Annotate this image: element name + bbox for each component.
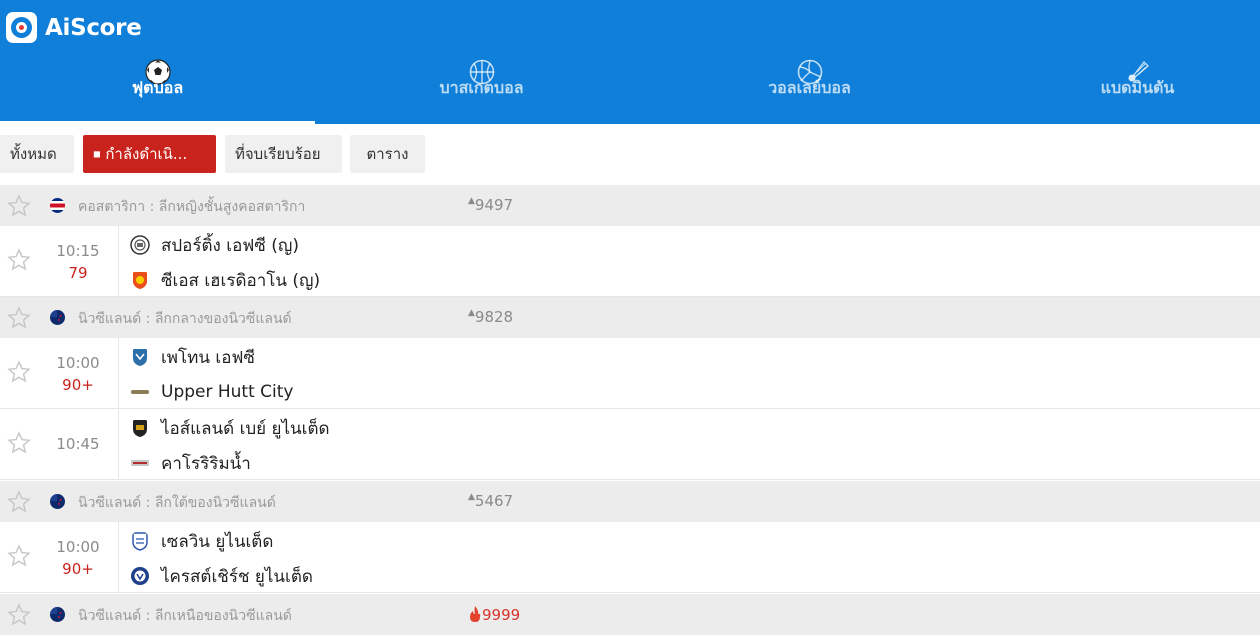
league-name[interactable]: นิวซีแลนด์ : ลีกกลางของนิวซีแลนด์ [78,308,292,330]
favorite-star-icon[interactable] [7,306,31,330]
match-time: 10:15 [56,242,100,260]
fire-icon [470,606,481,622]
match-row[interactable]: 10:00 90+ เซลวิน ยูไนเต็ด ไครสต์เชิร์ช ย… [0,522,1260,593]
tab-football-label: ฟุตบอล [131,78,184,97]
match-row[interactable]: 10:15 79 สปอร์ติ้ง เอฟซี (ญ) ซีเอส เฮเรด… [0,226,1260,297]
team-badge-icon [133,420,147,437]
away-team-name: ซีเอส เฮเรดิอาโน (ญ) [161,270,321,291]
filter-all-button[interactable]: ทั้งหมด [0,135,74,173]
match-time: 10:45 [56,435,100,453]
filter-schedule-label: ตาราง [366,145,409,163]
league-name[interactable]: นิวซีแลนด์ : ลีกเหนือของนิวซีแลนด์ [78,605,292,627]
team-badge-icon [131,567,149,585]
filter-finished-button[interactable]: ที่จบเรียบร้อย [225,135,342,173]
match-time: 10:00 [56,354,100,372]
new-zealand-flag-icon [50,607,65,622]
viewer-count: ▲9828 [468,308,514,326]
viewer-count: ▲9497 [468,196,514,214]
costa-rica-flag-icon [50,198,65,213]
team-badge-icon [132,532,148,551]
home-team[interactable]: ไอส์แลนด์ เบย์ ยูไนเต็ด [130,415,330,441]
favorite-star-icon[interactable] [7,360,31,384]
away-team[interactable]: คาโรริริมน้ำ [130,450,251,476]
away-team-name: ไครสต์เชิร์ช ยูไนเต็ด [161,566,313,587]
home-team[interactable]: เซลวิน ยูไนเต็ด [130,528,273,554]
new-zealand-flag-icon [50,494,65,509]
away-team[interactable]: ไครสต์เชิร์ช ยูไนเต็ด [130,563,313,589]
away-team[interactable]: Upper Hutt City [130,379,294,405]
tab-badminton-label: แบดมินตัน [1100,78,1175,97]
favorite-star-icon[interactable] [7,194,31,218]
tab-basketball[interactable]: บาสเกตบอล [324,56,639,124]
logo-icon [6,12,37,43]
team-badge-icon [133,349,147,366]
match-row[interactable]: 10:45 ไอส์แลนด์ เบย์ ยูไนเต็ด คาโรริริมน… [0,409,1260,480]
favorite-star-icon[interactable] [7,490,31,514]
tab-volleyball[interactable]: วอลเลย์บอล [652,56,967,124]
tab-football[interactable]: ฟุตบอล [0,56,315,124]
team-badge-icon [130,235,150,255]
aiscore-logo[interactable]: AiScore [6,12,142,43]
pin-icon: ▲ [468,308,475,318]
favorite-star-icon[interactable] [7,603,31,627]
pin-icon: ▲ [468,492,475,502]
filter-schedule-button[interactable]: ตาราง [350,135,425,173]
league-name[interactable]: คอสตาริกา : ลีกหญิงชั้นสูงคอสตาริกา [78,196,305,218]
tab-volleyball-label: วอลเลย์บอล [768,78,851,97]
favorite-star-icon[interactable] [7,248,31,272]
top-header: AiScore ฟุตบอล บาสเกตบอล วอลเลย์บอล แบดม… [0,0,1260,124]
league-header[interactable]: นิวซีแลนด์ : ลีกกลางของนิวซีแลนด์ ▲9828 [0,297,1260,338]
home-team[interactable]: สปอร์ติ้ง เอฟซี (ญ) [130,232,299,258]
home-team[interactable]: เพโทน เอฟซี [130,344,255,370]
home-team-name: ไอส์แลนด์ เบย์ ยูไนเต็ด [161,418,330,439]
viewer-count: 9999 [468,605,520,624]
team-badge-icon [133,272,147,289]
match-minute: 90+ [62,560,94,578]
away-team-name: คาโรริริมน้ำ [161,453,251,474]
home-team-name: เซลวิน ยูไนเต็ด [161,531,274,552]
league-name[interactable]: นิวซีแลนด์ : ลีกใต้ของนิวซีแลนด์ [78,492,276,514]
away-team[interactable]: ซีเอส เฮเรดิอาโน (ญ) [130,267,320,293]
viewer-count: ▲5467 [468,492,514,510]
league-header[interactable]: นิวซีแลนด์ : ลีกเหนือของนิวซีแลนด์ 9999 [0,594,1260,635]
new-zealand-flag-icon [50,310,65,325]
match-time: 10:00 [56,538,100,556]
favorite-star-icon[interactable] [7,431,31,455]
active-tab-underline [0,121,315,124]
filter-live-button[interactable]: ■ กำลังดำเนิ... [83,135,216,173]
home-team-name: สปอร์ติ้ง เอฟซี (ญ) [161,235,300,256]
tab-basketball-label: บาสเกตบอล [439,78,524,97]
league-header[interactable]: คอสตาริกา : ลีกหญิงชั้นสูงคอสตาริกา ▲949… [0,185,1260,226]
app-title: AiScore [45,14,142,41]
team-badge-icon [131,460,149,466]
pin-icon: ▲ [468,196,475,206]
filter-finished-label: ที่จบเรียบร้อย [235,145,321,163]
match-row[interactable]: 10:00 90+ เพโทน เอฟซี Upper Hutt City [0,338,1260,409]
league-header[interactable]: นิวซีแลนด์ : ลีกใต้ของนิวซีแลนด์ ▲5467 [0,481,1260,522]
live-indicator-icon: ■ [93,149,101,159]
match-minute: 90+ [62,376,94,394]
team-badge-icon [131,390,149,394]
favorite-star-icon[interactable] [7,544,31,568]
filter-all-label: ทั้งหมด [10,145,57,163]
away-team-name: Upper Hutt City [161,382,294,402]
filter-live-label: กำลังดำเนิ... [105,145,188,163]
tab-badminton[interactable]: แบดมินตัน [980,56,1260,124]
home-team-name: เพโทน เอฟซี [161,347,255,368]
match-minute: 79 [68,264,88,282]
